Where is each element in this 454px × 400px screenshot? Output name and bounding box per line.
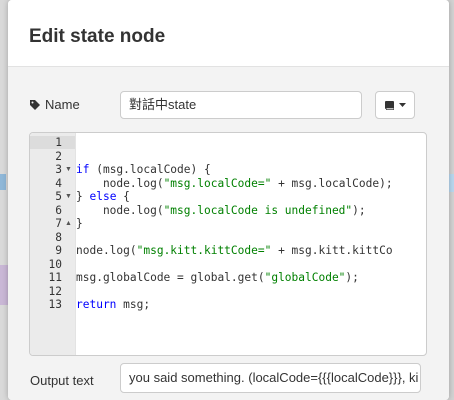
line-number: 13	[48, 298, 62, 311]
code-line: return msg;	[76, 298, 151, 311]
code-area[interactable]: if (msg.localCode) { node.log("msg.local…	[76, 133, 426, 355]
code-line: node.log("msg.kitt.kittCode=" + msg.kitt…	[76, 244, 393, 257]
dialog-header: Edit state node	[8, 0, 449, 67]
book-menu-button[interactable]	[375, 91, 415, 119]
line-number: 7	[55, 217, 62, 230]
code-line: node.log("msg.localCode=" + msg.localCod…	[76, 176, 393, 190]
fold-arrow-icon[interactable]: ▲	[65, 217, 73, 231]
editor-gutter: 1 2 3 ▼ 4 5 ▼ 6 7 ▲ 8 9 10 11 12 13	[30, 133, 76, 355]
background-node	[0, 265, 8, 305]
line-number: 4	[55, 176, 62, 190]
tag-icon	[30, 99, 40, 110]
line-number: 12	[48, 284, 62, 298]
line-number: 6	[55, 203, 62, 217]
code-line: } else {	[76, 190, 130, 203]
code-line: }	[76, 217, 83, 230]
line-number: 10	[48, 257, 62, 271]
line-number: 1	[55, 136, 62, 149]
code-editor[interactable]: 1 2 3 ▼ 4 5 ▼ 6 7 ▲ 8 9 10 11 12 13 if (	[29, 132, 427, 356]
output-text-label: Output text	[30, 373, 94, 388]
edit-dialog: Edit state node Name 對話中state 1 2 3 ▼ 4 …	[8, 0, 449, 400]
name-label: Name	[30, 97, 80, 112]
fold-arrow-icon[interactable]: ▼	[65, 163, 73, 177]
line-number: 5	[55, 190, 62, 203]
line-number: 3	[55, 163, 62, 176]
output-text-input[interactable]: you said something. (localCode={{{localC…	[120, 363, 421, 393]
name-label-text: Name	[45, 97, 80, 112]
fold-arrow-icon[interactable]: ▼	[65, 190, 73, 204]
line-number: 9	[55, 244, 62, 257]
dialog-body: Name 對話中state 1 2 3 ▼ 4 5 ▼ 6 7 ▲ 8 9 10…	[8, 67, 449, 400]
line-number: 2	[55, 149, 62, 163]
name-input[interactable]: 對話中state	[120, 91, 362, 119]
line-number: 11	[48, 271, 62, 284]
line-number: 8	[55, 230, 62, 244]
code-line: node.log("msg.localCode is undefined");	[76, 203, 366, 217]
background-node	[0, 174, 6, 190]
caret-down-icon	[399, 102, 406, 107]
code-line: if (msg.localCode) {	[76, 163, 211, 176]
dialog-title: Edit state node	[29, 26, 166, 47]
code-line: msg.globalCode = global.get("globalCode"…	[76, 271, 359, 284]
book-icon	[385, 100, 394, 110]
